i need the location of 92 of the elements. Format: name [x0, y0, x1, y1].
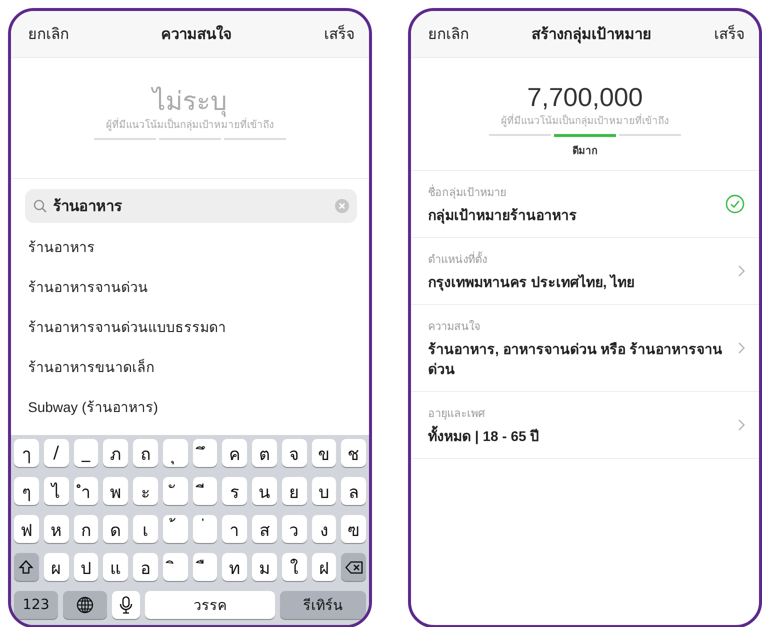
cancel-button[interactable]: ยกเลิก	[428, 22, 469, 46]
audience-size: ไม่ระบุ	[152, 86, 228, 116]
field-label: อายุและเพศ	[428, 407, 486, 422]
letter-key[interactable]: จ	[282, 439, 306, 467]
field-row[interactable]: ตำแหน่งที่ตั้ง กรุงเทพมหานคร ประเทศไทย, ไทย	[411, 238, 759, 305]
letter-key[interactable]: ง	[312, 515, 336, 543]
search-result[interactable]: ร้านอาหาร	[11, 227, 369, 267]
letter-key[interactable]: ฝ	[312, 553, 336, 581]
shift-key[interactable]	[14, 553, 39, 581]
search-icon	[33, 199, 47, 213]
field-row[interactable]: ความสนใจ ร้านอาหาร, อาหารจานด่วน หรือ ร้านอาหารจาน ด่วน	[411, 305, 759, 392]
clear-icon	[335, 199, 349, 213]
letter-key[interactable]: ก	[74, 515, 98, 543]
audience-caption: ผู้ที่มีแนวโน้มเป็นกลุ่มเป้าหมายที่เข้าถึง	[106, 117, 274, 132]
letter-key[interactable]: บ	[312, 477, 336, 505]
audience-size: 7,700,000	[527, 82, 643, 112]
letter-key[interactable]: น	[252, 477, 277, 505]
space-key[interactable]: วรรค	[145, 591, 275, 619]
field-label: ความสนใจ	[428, 319, 481, 335]
letter-key[interactable]: ท	[222, 553, 247, 581]
search-result[interactable]: ร้านอาหารจานด่วน	[11, 267, 369, 307]
letter-key[interactable]: ห	[44, 515, 68, 543]
done-button[interactable]: เสร็จ	[324, 22, 355, 46]
letter-key[interactable]: ไ	[44, 477, 68, 505]
letter-key[interactable]: _	[74, 439, 98, 467]
backspace-icon	[344, 560, 363, 574]
letter-key[interactable]: ใ	[282, 553, 306, 581]
letter-key[interactable]: ม	[252, 553, 277, 581]
return-key[interactable]: รีเทิร์น	[280, 591, 366, 619]
letter-key[interactable]: ะ	[133, 477, 158, 505]
done-button[interactable]: เสร็จ	[714, 22, 745, 46]
chevron-right-icon	[738, 342, 745, 354]
dictation-key[interactable]	[112, 591, 140, 619]
letter-key[interactable]: เ	[133, 515, 158, 543]
field-label: ตำแหน่งที่ตั้ง	[428, 250, 728, 268]
letter-key[interactable]: ล	[341, 477, 366, 505]
letter-key[interactable]: ั	[162, 477, 188, 505]
letter-key[interactable]: ิ	[162, 553, 188, 581]
letter-key[interactable]: อ	[133, 553, 158, 581]
letter-key[interactable]: ฟ	[14, 515, 39, 543]
letter-key[interactable]: ้	[162, 515, 188, 543]
letter-key[interactable]: ด	[103, 515, 128, 543]
letter-key[interactable]: ข	[312, 439, 336, 467]
field-value: ทั้งหมด | 18 - 65 ปี	[428, 426, 728, 446]
field-value: ร้านอาหาร, อาหารจานด่วน หรือ ร้านอาหารจาน ด่วน	[428, 340, 724, 379]
letter-key[interactable]: ำ	[74, 477, 98, 505]
audience-caption: ผู้ที่มีแนวโน้มเป็นกลุ่มเป้าหมายที่เข้าถึง	[501, 113, 669, 128]
letter-key[interactable]: ถ	[133, 439, 158, 467]
letter-key[interactable]: ค	[222, 439, 247, 467]
letter-key[interactable]: ภ	[103, 439, 128, 467]
field-value: กรุงเทพมหานคร ประเทศไทย, ไทย	[428, 273, 636, 292]
letter-key[interactable]: ป	[74, 553, 98, 581]
cancel-button[interactable]: ยกเลิก	[28, 22, 69, 46]
letter-key[interactable]: พ	[103, 477, 128, 505]
letter-key[interactable]: ว	[282, 515, 306, 543]
search-result[interactable]: ร้านอาหารจานด่วนแบบธรรมดา	[11, 307, 369, 347]
letter-key[interactable]: ๅ	[14, 439, 39, 467]
screen-title: สร้างกลุ่มเป้าหมาย	[532, 25, 652, 46]
letter-key[interactable]: ึ	[192, 439, 218, 467]
letter-key[interactable]: ส	[252, 515, 277, 543]
letter-key[interactable]: า	[222, 515, 247, 543]
numbers-key[interactable]: 123	[14, 591, 58, 619]
letter-key[interactable]: ย	[282, 477, 306, 505]
letter-key[interactable]: ี	[192, 477, 218, 505]
letter-key[interactable]: ๆ	[14, 477, 39, 505]
letter-key[interactable]: ต	[252, 439, 277, 467]
letter-key[interactable]: /	[44, 439, 68, 467]
letter-key[interactable]: ผ	[44, 553, 68, 581]
chevron-right-icon	[738, 265, 745, 277]
search-field[interactable]: ร้านอาหาร	[25, 189, 357, 223]
field-row[interactable]: ชื่อกลุ่มเป้าหมาย กลุ่มเป้าหมายร้านอาหาร	[411, 171, 759, 238]
field-label: ชื่อกลุ่มเป้าหมาย	[428, 183, 715, 201]
shift-arrow-icon	[18, 559, 34, 575]
screen-title: ความสนใจ	[161, 24, 232, 45]
backspace-key[interactable]	[341, 553, 366, 581]
letter-key[interactable]: ุ	[162, 439, 188, 467]
field-row[interactable]: อายุและเพศ ทั้งหมด | 18 - 65 ปี	[411, 392, 759, 459]
search-result[interactable]: Subway (ร้านอาหาร)	[11, 387, 369, 427]
field-value: กลุ่มเป้าหมายร้านอาหาร	[428, 206, 578, 225]
globe-icon	[76, 596, 94, 614]
audience-rating: ดีมาก	[572, 144, 598, 158]
check-circle-icon	[725, 194, 745, 214]
letter-key[interactable]: ร	[222, 477, 247, 505]
globe-key[interactable]	[63, 591, 107, 619]
search-result[interactable]: ร้านอาหารขนาดเล็ก	[11, 347, 369, 387]
letter-key[interactable]: ื	[192, 553, 218, 581]
letter-key[interactable]: ฃ	[341, 515, 366, 543]
microphone-icon	[119, 596, 133, 614]
chevron-right-icon	[738, 419, 745, 431]
letter-key[interactable]: แ	[103, 553, 128, 581]
letter-key[interactable]: ่	[192, 515, 218, 543]
letter-key[interactable]: ช	[341, 439, 366, 467]
